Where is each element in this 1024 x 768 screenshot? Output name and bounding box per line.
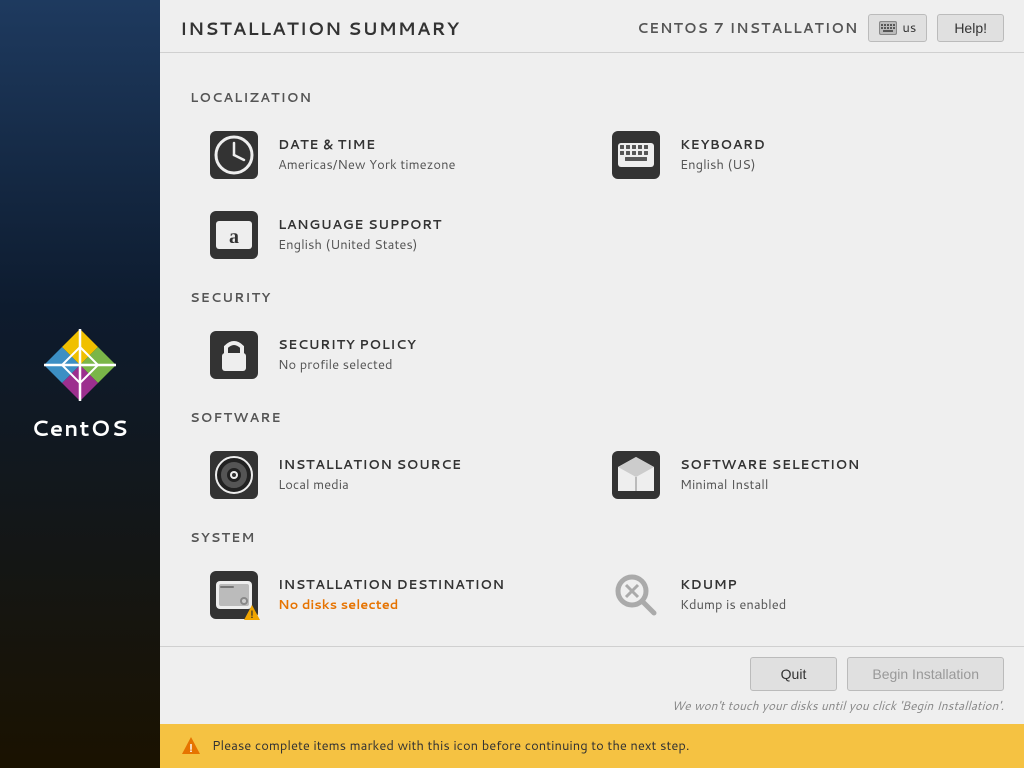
warning-footer: ! Please complete items marked with this… bbox=[160, 724, 1024, 768]
language-support-title: LANGUAGE SUPPORT bbox=[278, 216, 442, 234]
sidebar: CentOS bbox=[0, 0, 160, 768]
software-selection-item[interactable]: SOFTWARE SELECTION Minimal Install bbox=[592, 437, 994, 513]
begin-installation-button[interactable]: Begin Installation bbox=[847, 657, 1004, 691]
date-time-item[interactable]: DATE & TIME Americas/New York timezone bbox=[190, 117, 592, 193]
installation-destination-item[interactable]: ! INSTALLATION DESTINATION No disks sele… bbox=[190, 557, 592, 633]
language-support-item[interactable]: a LANGUAGE SUPPORT English (United State… bbox=[190, 197, 994, 273]
installation-destination-text: INSTALLATION DESTINATION No disks select… bbox=[278, 576, 505, 614]
keyboard-item[interactable]: KEYBOARD English (US) bbox=[592, 117, 994, 193]
kdump-item[interactable]: KDUMP Kdump is enabled bbox=[592, 557, 994, 633]
centos-label: CentOS bbox=[31, 413, 129, 444]
installation-source-text: INSTALLATION SOURCE Local media bbox=[278, 456, 462, 494]
right-controls: CENTOS 7 INSTALLATION us bbox=[637, 14, 1004, 42]
language-support-subtitle: English (United States) bbox=[278, 236, 442, 254]
installation-destination-subtitle: No disks selected bbox=[278, 596, 505, 614]
system-row-1: ! INSTALLATION DESTINATION No disks sele… bbox=[190, 557, 994, 633]
language-button[interactable]: us bbox=[868, 14, 927, 42]
install-label: CENTOS 7 INSTALLATION bbox=[637, 18, 858, 38]
section-software-header: SOFTWARE bbox=[190, 409, 994, 427]
keyboard-title: KEYBOARD bbox=[680, 136, 765, 154]
security-policy-text: SECURITY POLICY No profile selected bbox=[278, 336, 416, 374]
keyboard-text: KEYBOARD English (US) bbox=[680, 136, 765, 174]
main-panel: INSTALLATION SUMMARY CENTOS 7 INSTALLATI… bbox=[160, 0, 1024, 768]
bottom-bar: Quit Begin Installation We won't touch y… bbox=[160, 646, 1024, 724]
localization-row-2: a LANGUAGE SUPPORT English (United State… bbox=[190, 197, 994, 273]
keyboard-subtitle: English (US) bbox=[680, 156, 765, 174]
warning-footer-icon: ! bbox=[180, 735, 202, 757]
kdump-title: KDUMP bbox=[680, 576, 786, 594]
disc-icon bbox=[206, 447, 262, 503]
software-row: INSTALLATION SOURCE Local media SOFT bbox=[190, 437, 994, 513]
section-security-header: SECURITY bbox=[190, 289, 994, 307]
software-selection-title: SOFTWARE SELECTION bbox=[680, 456, 860, 474]
topbar: INSTALLATION SUMMARY CENTOS 7 INSTALLATI… bbox=[160, 0, 1024, 53]
security-policy-item[interactable]: SECURITY POLICY No profile selected bbox=[190, 317, 994, 393]
lock-icon bbox=[206, 327, 262, 383]
keyboard-small-icon bbox=[879, 21, 897, 35]
installation-destination-title: INSTALLATION DESTINATION bbox=[278, 576, 505, 594]
keyboard-icon bbox=[608, 127, 664, 183]
installation-source-subtitle: Local media bbox=[278, 476, 462, 494]
software-selection-subtitle: Minimal Install bbox=[680, 476, 860, 494]
system-row-2: NETWORK & HOST NAME Wired (enp0s3) conne… bbox=[190, 637, 994, 646]
quit-button[interactable]: Quit bbox=[750, 657, 838, 691]
network-hostname-item[interactable]: NETWORK & HOST NAME Wired (enp0s3) conne… bbox=[190, 637, 994, 646]
security-policy-title: SECURITY POLICY bbox=[278, 336, 416, 354]
bottom-note: We won't touch your disks until you clic… bbox=[672, 697, 1004, 714]
harddisk-warning-icon: ! bbox=[206, 567, 262, 623]
kdump-icon bbox=[608, 567, 664, 623]
package-icon bbox=[608, 447, 664, 503]
security-row: SECURITY POLICY No profile selected bbox=[190, 317, 994, 393]
date-time-text: DATE & TIME Americas/New York timezone bbox=[278, 136, 456, 174]
svg-text:!: ! bbox=[250, 608, 253, 622]
help-button[interactable]: Help! bbox=[937, 14, 1004, 42]
language-icon: a bbox=[206, 207, 262, 263]
action-buttons: Quit Begin Installation bbox=[750, 657, 1004, 691]
software-selection-text: SOFTWARE SELECTION Minimal Install bbox=[680, 456, 860, 494]
installation-source-title: INSTALLATION SOURCE bbox=[278, 456, 462, 474]
date-time-title: DATE & TIME bbox=[278, 136, 456, 154]
security-policy-subtitle: No profile selected bbox=[278, 356, 416, 374]
warning-footer-text: Please complete items marked with this i… bbox=[212, 737, 689, 755]
clock-icon bbox=[206, 127, 262, 183]
page-title: INSTALLATION SUMMARY bbox=[180, 15, 460, 41]
kdump-text: KDUMP Kdump is enabled bbox=[680, 576, 786, 614]
kdump-subtitle: Kdump is enabled bbox=[680, 596, 786, 614]
lang-label: us bbox=[902, 19, 916, 37]
svg-text:!: ! bbox=[189, 740, 193, 756]
localization-row-1: DATE & TIME Americas/New York timezone bbox=[190, 117, 994, 193]
svg-text:a: a bbox=[229, 226, 239, 248]
content-area: LOCALIZATION DATE & TIME Americas/New Yo… bbox=[160, 53, 1024, 646]
centos-icon bbox=[40, 325, 120, 405]
date-time-subtitle: Americas/New York timezone bbox=[278, 156, 456, 174]
section-localization-header: LOCALIZATION bbox=[190, 89, 994, 107]
language-support-text: LANGUAGE SUPPORT English (United States) bbox=[278, 216, 442, 254]
installation-source-item[interactable]: INSTALLATION SOURCE Local media bbox=[190, 437, 592, 513]
centos-logo: CentOS bbox=[31, 325, 129, 444]
section-system-header: SYSTEM bbox=[190, 529, 994, 547]
